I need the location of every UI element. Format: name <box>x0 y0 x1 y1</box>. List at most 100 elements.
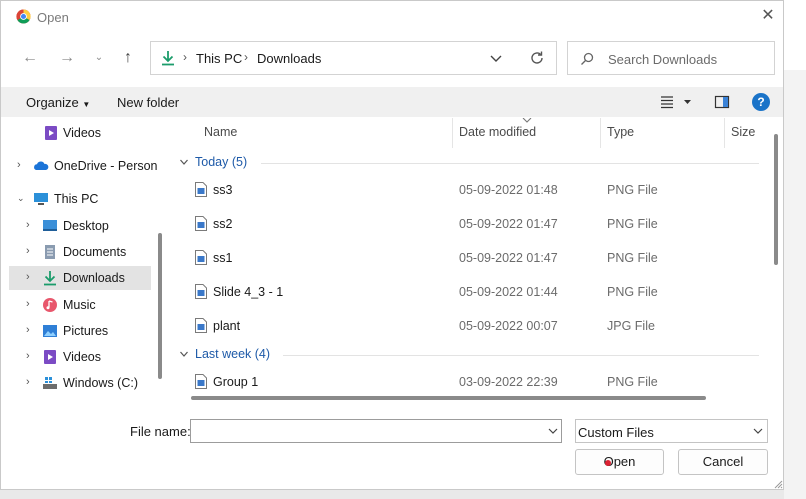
new-folder-button[interactable]: New folder <box>117 95 179 110</box>
nav-label: Windows (C:) <box>63 376 139 390</box>
recent-locations-chevron-icon[interactable]: ⌄ <box>89 48 109 68</box>
chevron-right-icon: › <box>26 350 30 362</box>
videos-icon <box>44 350 56 364</box>
file-name: Slide 4_3 - 1 <box>213 285 284 299</box>
documents-icon <box>45 245 55 259</box>
nav-item-this-pc[interactable]: ⌄ This PC <box>9 187 151 211</box>
file-row[interactable]: ss2 05-09-2022 01:47 PNG File <box>189 212 749 238</box>
file-row[interactable]: plant 05-09-2022 00:07 JPG File <box>189 314 749 340</box>
nav-item-desktop[interactable]: › Desktop <box>9 214 151 238</box>
breadcrumb-chevron-icon: › <box>183 50 187 64</box>
nav-label: Music <box>63 298 96 312</box>
column-header-date[interactable]: Date modified <box>459 125 536 139</box>
file-row[interactable]: Group 1 03-09-2022 22:39 PNG File <box>189 370 749 396</box>
view-options-icon[interactable] <box>659 94 695 110</box>
drive-icon <box>43 377 57 389</box>
chrome-icon <box>16 9 31 24</box>
nav-label: Videos <box>63 126 101 140</box>
file-row[interactable]: Slide 4_3 - 1 05-09-2022 01:44 PNG File <box>189 280 749 306</box>
nav-item-pictures[interactable]: › Pictures <box>9 319 151 343</box>
nav-label: Desktop <box>63 219 109 233</box>
resize-grip-icon[interactable] <box>773 479 783 489</box>
back-arrow-icon[interactable]: ← <box>20 48 40 68</box>
column-divider[interactable] <box>600 118 601 148</box>
organize-button[interactable]: Organize ▼ <box>26 95 90 110</box>
chevron-down-icon[interactable] <box>548 426 558 436</box>
column-header-name[interactable]: Name <box>204 125 237 139</box>
image-file-icon <box>195 250 207 265</box>
file-row[interactable]: ss1 05-09-2022 01:47 PNG File <box>189 246 749 272</box>
file-type: PNG File <box>607 285 658 299</box>
file-date: 03-09-2022 22:39 <box>459 375 558 389</box>
file-date: 05-09-2022 01:47 <box>459 217 558 231</box>
chevron-right-icon: › <box>26 324 30 336</box>
nav-label: OneDrive - Person <box>54 159 158 173</box>
image-file-icon <box>195 318 207 333</box>
column-divider[interactable] <box>452 118 453 148</box>
nav-label: Videos <box>63 350 101 364</box>
file-row[interactable]: ss3 05-09-2022 01:48 PNG File <box>189 178 749 204</box>
downloads-icon <box>44 271 56 286</box>
nav-label: Downloads <box>63 271 125 285</box>
preview-pane-icon[interactable] <box>714 94 730 110</box>
nav-item-videos-quick[interactable]: Videos <box>9 121 151 145</box>
file-name-label: File name: <box>130 424 191 439</box>
nav-label: This PC <box>54 192 99 206</box>
nav-item-videos[interactable]: › Videos <box>9 345 151 369</box>
chevron-right-icon: › <box>26 271 30 283</box>
close-icon[interactable]: ✕ <box>759 7 777 25</box>
pictures-icon <box>43 325 57 337</box>
group-divider <box>261 163 759 164</box>
title-bar: Open ✕ <box>1 1 783 33</box>
search-placeholder: Search Downloads <box>608 52 718 67</box>
nav-label: Documents <box>63 245 127 259</box>
file-type: PNG File <box>607 183 658 197</box>
nav-item-documents[interactable]: › Documents <box>9 240 151 264</box>
column-divider[interactable] <box>724 118 725 148</box>
vertical-scrollbar[interactable] <box>774 134 778 265</box>
chevron-right-icon: › <box>17 159 21 171</box>
chevron-down-icon: ⌄ <box>17 193 25 203</box>
chevron-down-icon <box>180 159 188 165</box>
mouse-cursor-icon <box>605 460 611 466</box>
group-header-today[interactable]: Today (5) <box>179 154 759 172</box>
file-date: 05-09-2022 01:44 <box>459 285 558 299</box>
address-bar[interactable]: › This PC › Downloads <box>150 41 557 75</box>
nav-item-downloads[interactable]: › Downloads <box>9 266 151 290</box>
column-header-type[interactable]: Type <box>607 125 634 139</box>
help-icon[interactable]: ? <box>752 93 770 111</box>
file-name-input[interactable] <box>190 419 562 443</box>
nav-item-windows-c[interactable]: › Windows (C:) <box>9 371 151 395</box>
up-arrow-icon[interactable]: ↑ <box>118 48 138 68</box>
file-name: ss3 <box>213 183 233 197</box>
search-box[interactable]: Search Downloads <box>567 41 775 75</box>
forward-arrow-icon[interactable]: → <box>57 48 77 68</box>
pc-icon <box>34 193 48 205</box>
image-file-icon <box>195 374 207 389</box>
breadcrumb-this-pc[interactable]: This PC <box>196 51 242 66</box>
group-divider <box>283 355 759 356</box>
desktop-icon <box>43 220 57 231</box>
file-name: ss1 <box>213 251 233 265</box>
nav-item-music[interactable]: › Music <box>9 293 151 317</box>
open-button[interactable]: Open <box>575 449 664 475</box>
file-name: plant <box>213 319 241 333</box>
column-header-size[interactable]: Size <box>731 125 755 139</box>
breadcrumb-downloads[interactable]: Downloads <box>257 51 321 66</box>
nav-scrollbar[interactable] <box>158 233 162 379</box>
file-type: JPG File <box>607 319 655 333</box>
chevron-right-icon: › <box>26 219 30 231</box>
group-label: Last week (4) <box>195 347 271 361</box>
file-date: 05-09-2022 01:48 <box>459 183 558 197</box>
nav-item-onedrive[interactable]: › OneDrive - Person <box>9 154 159 178</box>
file-type-filter-value: Custom Files <box>578 425 654 440</box>
command-bar: Organize ▼ New folder ? <box>1 87 783 117</box>
chevron-down-icon[interactable] <box>489 51 503 65</box>
image-file-icon <box>195 182 207 197</box>
group-header-last-week[interactable]: Last week (4) <box>179 346 759 364</box>
organize-label: Organize <box>26 95 79 110</box>
file-type-filter[interactable]: Custom Files <box>575 419 768 443</box>
cancel-button[interactable]: Cancel <box>678 449 768 475</box>
refresh-icon[interactable] <box>529 50 545 66</box>
horizontal-scrollbar[interactable] <box>191 396 706 400</box>
